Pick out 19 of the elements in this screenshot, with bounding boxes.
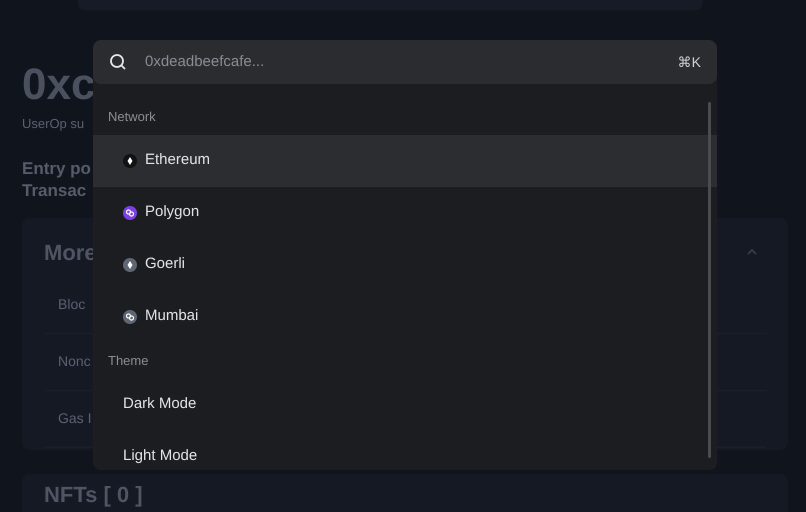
detail-label: Bloc <box>58 296 86 312</box>
section-heading: Network <box>107 108 157 126</box>
shortcut-hint: ⌘K <box>678 52 701 72</box>
palette-item[interactable]: Dark Mode <box>93 378 717 430</box>
palette-item[interactable]: Ethereum <box>93 134 717 186</box>
page-subtitle: UserOp su <box>22 115 84 133</box>
palette-item[interactable]: Mumbai <box>93 290 717 342</box>
palette-item[interactable]: Light Mode <box>93 430 717 470</box>
search-field[interactable]: 0xdeadbeefcafe... ⌘K <box>93 40 717 84</box>
palette-item[interactable]: Polygon <box>93 186 717 238</box>
search-icon <box>109 53 127 71</box>
entry-point-label: Entry po <box>22 158 91 180</box>
section-heading: Theme <box>107 352 150 370</box>
detail-label: Gas I <box>58 410 92 426</box>
transaction-label: Transac <box>22 180 86 202</box>
card-title: NFTs [ 0 ] <box>44 480 143 509</box>
detail-label: Nonc <box>58 352 91 368</box>
page-heading: 0xc <box>22 60 96 110</box>
search-input[interactable]: 0xdeadbeefcafe... <box>143 50 662 74</box>
